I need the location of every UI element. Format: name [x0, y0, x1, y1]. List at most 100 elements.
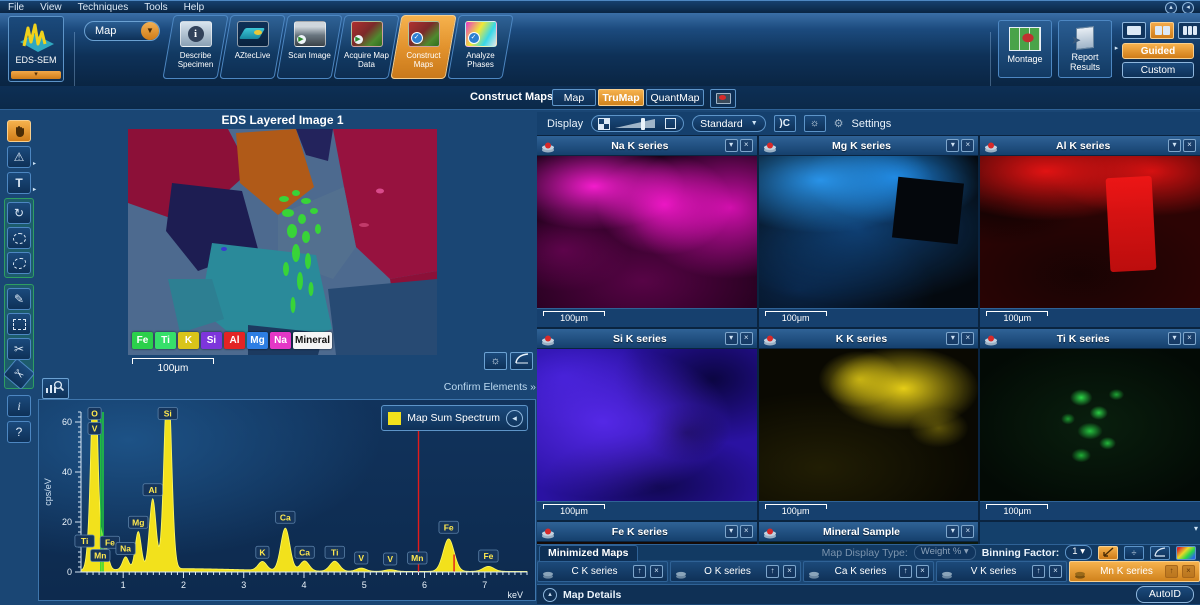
legend-chip-fe[interactable]: Fe — [132, 332, 153, 349]
minimize-map-icon[interactable]: ▾ — [1168, 139, 1181, 152]
divide-maps-button[interactable]: ÷ — [1124, 546, 1144, 560]
ti-map-image[interactable] — [980, 349, 1200, 501]
legend-chip-al[interactable]: Al — [224, 332, 245, 349]
close-map-icon[interactable]: × — [650, 565, 663, 578]
technique-button-eds-sem[interactable]: EDS-SEM ▾ — [8, 16, 64, 82]
tab-quantmap[interactable]: QuantMap — [646, 89, 704, 106]
legend-chip-mineral[interactable]: Mineral — [293, 332, 332, 349]
close-map-icon[interactable]: × — [740, 525, 753, 538]
restore-map-icon[interactable]: ↑ — [1165, 565, 1178, 578]
na-map-image[interactable] — [537, 156, 757, 308]
menu-techniques[interactable]: Techniques — [78, 2, 129, 13]
minimized-map-v[interactable]: V K series ↑× — [936, 561, 1067, 582]
minimized-map-ca[interactable]: Ca K series ↑× — [803, 561, 934, 582]
settings-gear-icon[interactable]: ⚙ — [834, 117, 844, 130]
legend-chip-ti[interactable]: Ti — [155, 332, 176, 349]
pen-tool-button[interactable]: ✎ — [7, 288, 31, 310]
brightness-contrast-button[interactable]: ☼ — [484, 352, 507, 370]
close-map-icon[interactable]: × — [961, 525, 974, 538]
marker-tool-button[interactable]: ⚠▸ — [7, 146, 31, 168]
minimize-map-icon[interactable]: ▾ — [1168, 332, 1181, 345]
step-acquire-map-data[interactable]: ▶ Acquire MapData — [333, 15, 399, 79]
autoid-button[interactable]: AutoID — [1136, 586, 1194, 603]
size-slider-handle[interactable] — [615, 119, 659, 129]
menu-file[interactable]: File — [8, 2, 24, 13]
restore-map-icon[interactable]: ↑ — [899, 565, 912, 578]
pan-tool-button[interactable] — [7, 120, 31, 142]
brightness-button[interactable]: ☼ — [804, 115, 826, 132]
scale-curve-button[interactable] — [1150, 546, 1170, 560]
close-map-icon[interactable]: × — [740, 139, 753, 152]
spectrum-legend-collapse-icon[interactable]: ◂ — [506, 410, 523, 427]
k-map-image[interactable] — [759, 349, 979, 501]
legend-chip-mg[interactable]: Mg — [247, 332, 268, 349]
text-tool-button[interactable]: T▸ — [7, 172, 31, 194]
close-map-icon[interactable]: × — [1183, 139, 1196, 152]
display-mode-dropdown[interactable]: Standard ▼ — [692, 115, 766, 132]
minimized-map-o[interactable]: O K series ↑× — [670, 561, 801, 582]
menu-view[interactable]: View — [40, 2, 62, 13]
map-details-label[interactable]: Map Details — [563, 589, 621, 601]
step-azteclive[interactable]: AZtecLive — [219, 15, 285, 79]
minimize-map-icon[interactable]: ▾ — [725, 525, 738, 538]
confirm-elements-link[interactable]: Confirm Elements » — [400, 381, 536, 393]
help-button[interactable]: ? — [7, 421, 31, 443]
cut-tool-button[interactable]: ✂ — [7, 338, 31, 360]
legend-chip-k[interactable]: K — [178, 332, 199, 349]
mode-dropdown-arrow-icon[interactable]: ▼ — [141, 22, 159, 40]
spectrum-panel[interactable]: 1234567keV0204060cps/eVOVTiMnFeNaMgAlSiK… — [38, 399, 536, 601]
close-map-icon[interactable]: × — [916, 565, 929, 578]
eds-sem-expand-icon[interactable]: ▾ — [11, 71, 61, 79]
menu-help[interactable]: Help — [184, 2, 205, 13]
freehand-cut-tool-button[interactable]: ✂ — [3, 358, 36, 390]
si-map-image[interactable] — [537, 349, 757, 501]
minimize-map-icon[interactable]: ▾ — [725, 139, 738, 152]
map-preview-toggle-button[interactable] — [710, 89, 736, 108]
annotate-maps-button[interactable] — [1098, 546, 1118, 560]
step-scan-image[interactable]: ▶ Scan Image — [276, 15, 342, 79]
close-map-icon[interactable]: × — [1049, 565, 1062, 578]
close-map-icon[interactable]: × — [783, 565, 796, 578]
tab-map[interactable]: Map — [552, 89, 596, 106]
eds-layered-image[interactable] — [128, 129, 437, 355]
layout-triple-button[interactable] — [1178, 22, 1200, 39]
rectangle-tool-button[interactable] — [7, 313, 31, 335]
scroll-down-icon[interactable]: ▾ — [1194, 524, 1198, 533]
legend-chip-si[interactable]: Si — [201, 332, 222, 349]
montage-button[interactable]: Montage — [998, 20, 1052, 78]
layout-split-button[interactable] — [1150, 22, 1174, 39]
al-map-image[interactable] — [980, 156, 1200, 308]
minimized-map-mn[interactable]: Mn K series ↑× — [1069, 561, 1200, 582]
minimize-map-icon[interactable]: ▾ — [946, 525, 959, 538]
tab-trumap[interactable]: TruMap — [598, 89, 644, 106]
close-map-icon[interactable]: × — [961, 139, 974, 152]
custom-mode-button[interactable]: Custom — [1122, 62, 1194, 78]
minimize-map-icon[interactable]: ▾ — [946, 332, 959, 345]
minimized-map-c[interactable]: C K series ↑× — [537, 561, 668, 582]
freehand-region-tool-button[interactable] — [7, 252, 31, 274]
info-button[interactable]: i — [7, 395, 31, 417]
color-lut-button[interactable] — [1176, 546, 1196, 560]
close-map-icon[interactable]: × — [961, 332, 974, 345]
legend-chip-na[interactable]: Na — [270, 332, 291, 349]
step-describe-specimen[interactable]: i DescribeSpecimen — [162, 15, 228, 79]
minimize-map-icon[interactable]: ▾ — [725, 332, 738, 345]
minimize-map-icon[interactable]: ▾ — [946, 139, 959, 152]
restore-map-icon[interactable]: ↑ — [633, 565, 646, 578]
close-map-icon[interactable]: × — [740, 332, 753, 345]
close-map-icon[interactable]: × — [1182, 565, 1195, 578]
mode-dropdown[interactable]: Map ▼ — [84, 21, 160, 41]
restore-map-icon[interactable]: ↑ — [1032, 565, 1045, 578]
step-analyze-phases[interactable]: ✓ AnalyzePhases — [447, 15, 513, 79]
report-results-button[interactable]: ➤ ReportResults ▸ — [1058, 20, 1112, 78]
menu-tools[interactable]: Tools — [144, 2, 167, 13]
ellipse-region-tool-button[interactable] — [7, 227, 31, 249]
settings-label[interactable]: Settings — [852, 118, 892, 130]
compare-maps-button[interactable]: )C — [774, 115, 796, 132]
restore-map-icon[interactable]: ↑ — [766, 565, 779, 578]
minimized-maps-label[interactable]: Minimized Maps — [539, 545, 638, 561]
layout-single-button[interactable] — [1122, 22, 1146, 39]
binning-factor-dropdown[interactable]: 1 ▾ — [1065, 545, 1092, 560]
gamma-curve-button[interactable] — [510, 352, 533, 370]
close-map-icon[interactable]: × — [1183, 332, 1196, 345]
